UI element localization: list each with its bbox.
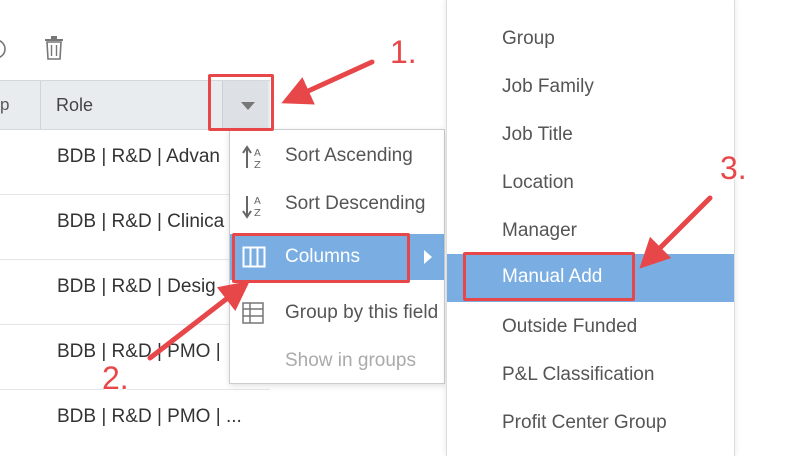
- arrow-3: [639, 195, 713, 269]
- arrow-1: [281, 59, 375, 105]
- annotation-step-2: 2.: [102, 360, 129, 396]
- arrow-2: [147, 280, 250, 361]
- annotation-step-3: 3.: [720, 150, 747, 186]
- annotation-step-1: 1.: [390, 34, 417, 70]
